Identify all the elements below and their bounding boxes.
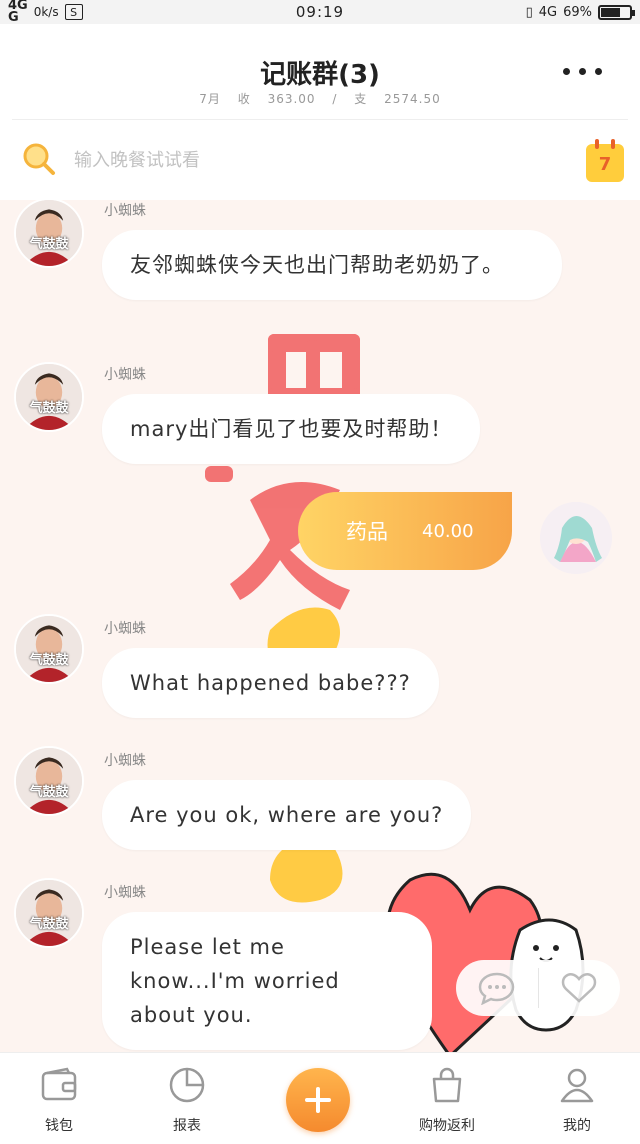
more-dot-icon [563,68,570,75]
record-amount: 40.00 [422,520,474,542]
add-record-button[interactable] [286,1068,350,1132]
outgoing-record-bubble[interactable]: 药品 40.00 [298,492,512,570]
header: 记账群(3) 7月 收 363.00 / 支 2574.50 7 [0,24,640,200]
divider [12,119,628,120]
bottom-nav: 钱包 报表 购物返利 我的 [0,1052,640,1144]
sender-name: 小蜘蛛 [104,753,146,769]
user-icon [560,1068,594,1103]
network-speed: 0k/s [33,5,59,19]
month-summary: 7月 收 363.00 / 支 2574.50 [0,90,640,107]
more-dot-icon [579,68,586,75]
expense-value: 2574.50 [384,92,441,106]
avatar-tag: 气鼓鼓 [29,237,69,252]
calendar-icon[interactable]: 7 [586,139,624,182]
message-bubble[interactable]: Are you ok, where are you? [102,780,472,850]
nav-item-profile[interactable]: 我的 [522,1065,632,1135]
vibrate-icon: ▯ [525,4,533,20]
avatar-tag: 气鼓鼓 [29,917,69,932]
network-type: 4G [538,4,558,20]
nav-label: 购物返利 [419,1118,475,1134]
nav-item-wallet[interactable]: 钱包 [4,1065,114,1135]
sim-icon: S [64,4,83,20]
message-bubble[interactable]: mary出门看见了也要及时帮助！ [102,394,481,464]
message-bubble[interactable]: What happened babe??? [102,648,439,718]
signal-indicator: 4G G [8,0,28,25]
battery-icon [598,4,635,20]
expense-label: 支 [354,92,368,106]
nav-label: 我的 [563,1118,591,1134]
nav-item-shopping-rebate[interactable]: 购物返利 [392,1065,502,1135]
sender-name: 小蜘蛛 [104,621,146,637]
income-value: 363.00 [267,92,316,106]
comment-button[interactable] [456,960,538,1016]
heart-icon [562,973,597,1003]
search-bar: 7 [0,132,640,188]
status-bar: 4G G 0k/s S 09:19 ▯ 4G 69% [0,0,640,24]
pie-chart-icon [169,1067,205,1103]
search-input[interactable] [74,146,554,174]
message-bubble[interactable]: Please let me know...I'm worried about y… [102,912,432,1050]
battery-percent: 69% [563,4,592,20]
clock: 09:19 [295,3,345,21]
avatar-tag: 气鼓鼓 [29,401,69,416]
avatar[interactable]: 气鼓鼓 [14,362,84,432]
search-icon[interactable] [22,142,56,176]
nav-label: 钱包 [45,1118,73,1134]
sender-name: 小蜘蛛 [104,203,146,219]
avatar[interactable]: 气鼓鼓 [14,200,84,268]
sender-name: 小蜘蛛 [104,367,146,383]
avatar[interactable]: 气鼓鼓 [14,878,84,948]
avatar-tag: 气鼓鼓 [29,785,69,800]
message-bubble[interactable]: 友邻蜘蛛侠今天也出门帮助老奶奶了。 [102,230,562,300]
nav-item-report[interactable]: 报表 [132,1065,242,1135]
wallet-icon [41,1067,77,1101]
avatar-tag: 气鼓鼓 [29,653,69,668]
record-category: 药品 [346,520,388,544]
like-button[interactable] [539,960,621,1016]
page-title: 记账群(3) [260,60,380,90]
nav-label: 报表 [173,1118,201,1134]
income-label: 收 [237,92,251,106]
avatar[interactable]: 气鼓鼓 [14,614,84,684]
summary-separator: / [332,92,338,106]
avatar[interactable]: 气鼓鼓 [14,746,84,816]
sender-name: 小蜘蛛 [104,885,146,901]
my-avatar[interactable] [540,502,612,574]
plus-icon [305,1087,331,1113]
month-label: 7月 [199,92,221,106]
comment-icon [478,972,515,1005]
quick-actions [456,960,620,1016]
chat-area[interactable]: 气鼓鼓 小蜘蛛 友邻蜘蛛侠今天也出门帮助老奶奶了。 气鼓鼓 小蜘蛛 mary出门… [0,200,640,1052]
more-dot-icon [595,68,602,75]
more-options-button[interactable] [563,68,602,75]
shopping-bag-icon [432,1067,462,1103]
